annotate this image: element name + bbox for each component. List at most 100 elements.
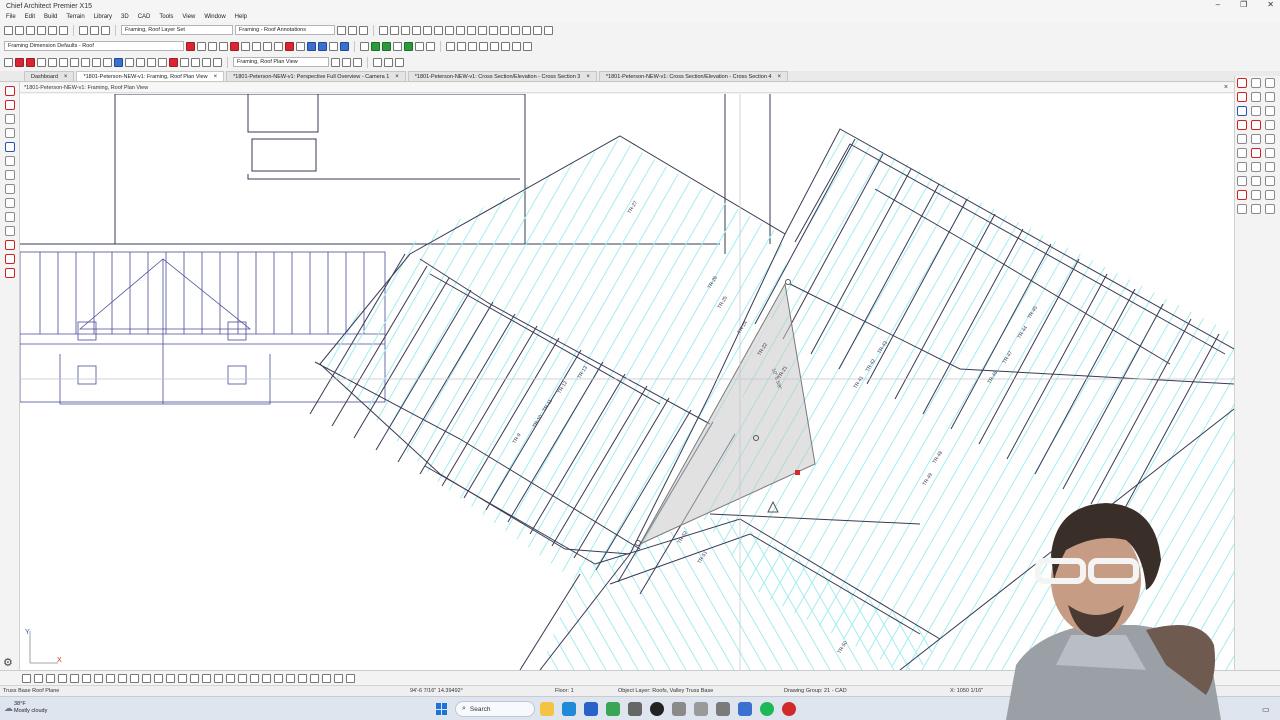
- elevation-icon[interactable]: [512, 41, 521, 51]
- send-to-layout-icon[interactable]: [479, 41, 488, 51]
- rafter-tool-icon[interactable]: [4, 198, 15, 208]
- edit-mode-icon[interactable]: [34, 673, 43, 683]
- text-style-icon[interactable]: [286, 673, 295, 683]
- mirror-icon[interactable]: [434, 25, 443, 35]
- dormer-tool-icon[interactable]: [4, 156, 15, 166]
- menu-3d[interactable]: 3D: [121, 14, 129, 20]
- fill-window-icon[interactable]: [1265, 78, 1275, 88]
- scale-icon[interactable]: [1251, 190, 1261, 200]
- framing-tool-icon[interactable]: [230, 41, 239, 51]
- distribute-icon[interactable]: [1265, 162, 1275, 172]
- camera-view-icon[interactable]: [415, 41, 424, 51]
- reverse-direction-icon[interactable]: [94, 673, 103, 683]
- stretch-icon[interactable]: [1265, 190, 1275, 200]
- break-icon[interactable]: [1265, 204, 1275, 214]
- tools-icon[interactable]: [628, 702, 642, 716]
- roof-icon[interactable]: [81, 57, 90, 67]
- paste-icon[interactable]: [401, 25, 410, 35]
- change-line-arc-icon[interactable]: [238, 673, 247, 683]
- move-icon[interactable]: [412, 25, 421, 35]
- truss-tool-icon[interactable]: [4, 184, 15, 194]
- edge-browser-icon[interactable]: [562, 702, 576, 716]
- building-icon[interactable]: [501, 41, 510, 51]
- make-roof-plane-icon[interactable]: [262, 673, 271, 683]
- tab-cross-section-3[interactable]: *1801-Peterson-NEW-v1: Cross Section/Ele…: [407, 71, 597, 81]
- zoom-in-icon[interactable]: [1237, 78, 1247, 88]
- cabinet-tool-icon[interactable]: [197, 41, 206, 51]
- reference-icon[interactable]: [1265, 106, 1275, 116]
- menu-view[interactable]: View: [182, 14, 195, 20]
- walkthrough-icon[interactable]: [426, 41, 435, 51]
- fill-window-icon[interactable]: [359, 25, 368, 35]
- layer-props-icon[interactable]: [298, 673, 307, 683]
- layer-icon[interactable]: [489, 25, 498, 35]
- framing-icon[interactable]: [70, 57, 79, 67]
- snap-icon[interactable]: [456, 25, 465, 35]
- menu-edit[interactable]: Edit: [25, 14, 35, 20]
- library-browser-icon[interactable]: [393, 41, 402, 51]
- zoom-icon[interactable]: [1265, 92, 1275, 102]
- truss-icon[interactable]: [125, 57, 134, 67]
- multiple-copy-icon[interactable]: [106, 673, 115, 683]
- close-window-button[interactable]: ✕: [1267, 0, 1274, 9]
- connect-icon[interactable]: [384, 57, 393, 67]
- angle-snap-icon[interactable]: [467, 25, 476, 35]
- add-point-icon[interactable]: [214, 673, 223, 683]
- open-object-icon[interactable]: [58, 673, 67, 683]
- circle-icon[interactable]: [1265, 120, 1275, 130]
- menu-help[interactable]: Help: [235, 14, 247, 20]
- new-file-icon[interactable]: [4, 25, 13, 35]
- zoom-out-icon[interactable]: [1251, 78, 1261, 88]
- annotation-set-select[interactable]: Framing - Roof Annotations: [235, 25, 335, 35]
- fillet-icon[interactable]: [178, 673, 187, 683]
- snap-toggle-icon[interactable]: [1251, 106, 1261, 116]
- blank-icon[interactable]: [346, 673, 355, 683]
- layout-app-icon[interactable]: [694, 702, 708, 716]
- floor-down-icon[interactable]: [522, 25, 531, 35]
- gable-icon[interactable]: [191, 57, 200, 67]
- select-mode-icon[interactable]: [22, 673, 31, 683]
- gable-wall-icon[interactable]: [4, 128, 15, 138]
- maximize-button[interactable]: ❐: [1240, 0, 1247, 9]
- hip-icon[interactable]: [202, 57, 211, 67]
- wall-tool-icon[interactable]: [186, 41, 195, 51]
- chief-architect-icon[interactable]: [672, 702, 686, 716]
- ridge-icon[interactable]: [180, 57, 189, 67]
- help-icon[interactable]: [101, 25, 110, 35]
- plan-footprint-icon[interactable]: [490, 41, 499, 51]
- 3d-view-icon[interactable]: [404, 41, 413, 51]
- rotate-icon[interactable]: [423, 25, 432, 35]
- material-tool-icon[interactable]: [382, 41, 391, 51]
- edit-behaviors-icon[interactable]: [26, 57, 35, 67]
- materials-list-icon[interactable]: [457, 41, 466, 51]
- file-explorer-icon[interactable]: [540, 702, 554, 716]
- media-icon[interactable]: [650, 702, 664, 716]
- print-icon[interactable]: [37, 25, 46, 35]
- valley-icon[interactable]: [213, 57, 222, 67]
- group-select-icon[interactable]: [310, 673, 319, 683]
- group-icon[interactable]: [1265, 148, 1275, 158]
- door-icon[interactable]: [48, 57, 57, 67]
- plan-icon[interactable]: [1237, 148, 1247, 158]
- unlock-icon[interactable]: [1251, 176, 1261, 186]
- menu-tools[interactable]: Tools: [159, 14, 173, 20]
- chrome-icon[interactable]: [606, 702, 620, 716]
- close-view-icon[interactable]: ×: [1224, 84, 1228, 91]
- tape-measure-icon[interactable]: [500, 25, 509, 35]
- select-objects-icon[interactable]: [4, 57, 13, 67]
- plane-corner-handle[interactable]: [795, 470, 800, 475]
- point-to-point-icon[interactable]: [130, 673, 139, 683]
- plane-vertex-handle[interactable]: [635, 540, 641, 546]
- taskbar-search[interactable]: ⌕ Search: [455, 701, 535, 717]
- delete-object-icon[interactable]: [1251, 148, 1261, 158]
- menu-file[interactable]: File: [6, 14, 16, 20]
- dormer-icon[interactable]: [136, 57, 145, 67]
- menu-window[interactable]: Window: [204, 14, 225, 20]
- zoom-icon[interactable]: [348, 25, 357, 35]
- menu-cad[interactable]: CAD: [138, 14, 151, 20]
- remove-point-icon[interactable]: [226, 673, 235, 683]
- mail-icon[interactable]: [584, 702, 598, 716]
- roof-plan-drawing[interactable]: TR-27TR-26TR-25TR-24TR-22TR-21TR-13TR-12…: [20, 94, 1234, 670]
- layer-set-select[interactable]: Framing, Roof Layer Set: [121, 25, 233, 35]
- grid-icon[interactable]: [445, 25, 454, 35]
